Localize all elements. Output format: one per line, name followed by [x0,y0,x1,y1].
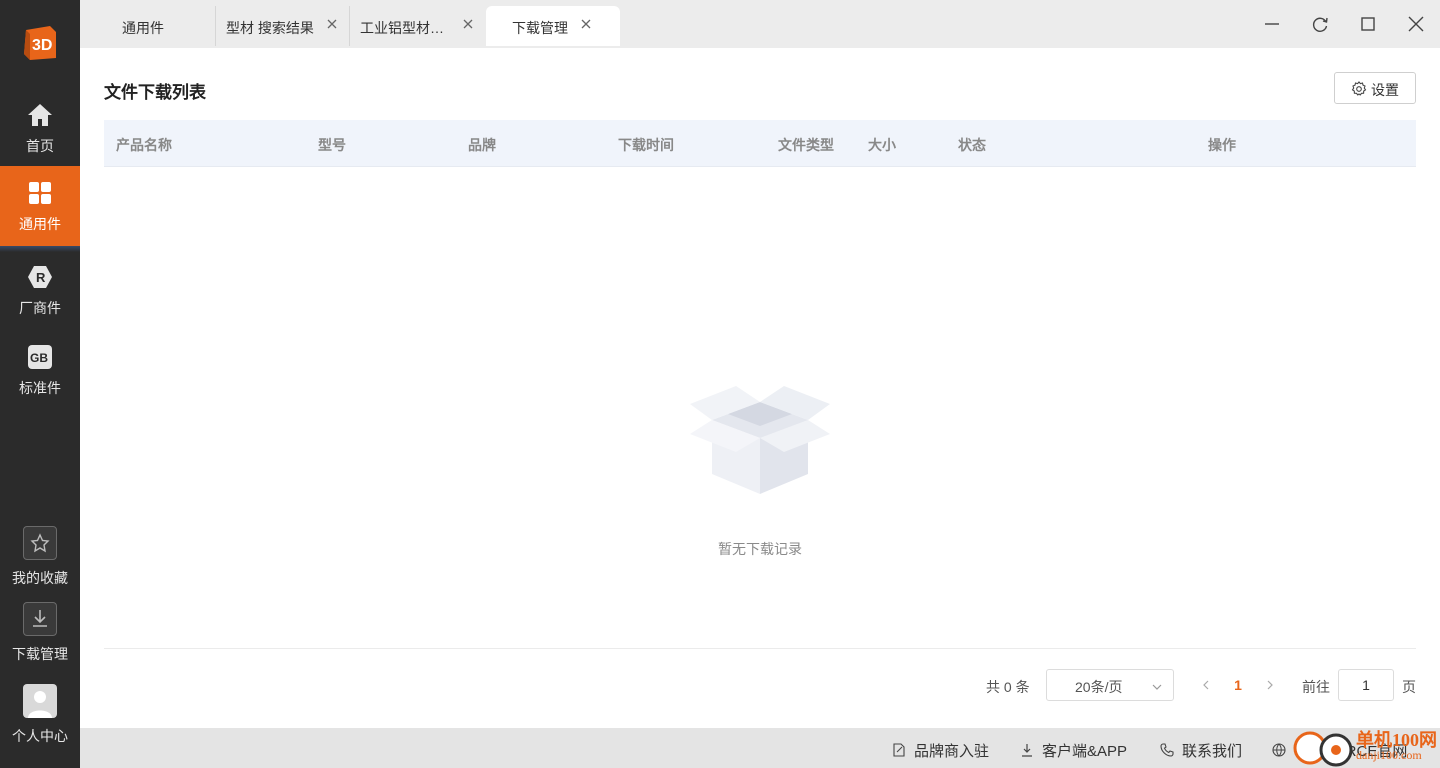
sidebar-item-common-parts[interactable]: 通用件 [0,166,80,252]
chevron-left-icon[interactable] [1200,678,1212,692]
empty-state-text: 暂无下载记录 [718,541,802,557]
sidebar-item-vendor-parts[interactable]: R 厂商件 [0,250,80,330]
footer-link-label: 品牌商入驻 [914,743,990,760]
sidebar: 3D 首页 通用件 R 厂商件 GB 标准件 我的收藏 下载管理 个人中心 [0,0,80,768]
hexagon-r-icon: R [27,264,53,290]
tab-profile-search[interactable]: 型材 搜索结果 [216,6,349,46]
chevron-down-icon [1151,680,1163,692]
svg-text:GB: GB [30,351,48,365]
settings-button[interactable]: 设置 [1334,72,1416,104]
goto-suffix: 页 [1402,679,1416,695]
tab-label: 下载管理 [512,20,568,36]
settings-button-label: 设置 [1371,82,1399,98]
tab-download-manager[interactable]: 下载管理 [486,6,620,46]
tab-label: 工业铝型材… [360,20,444,36]
chevron-right-icon[interactable] [1264,678,1276,692]
column-header-product-name[interactable]: 产品名称 [116,135,172,155]
footer: 品牌商入驻 客户端&APP 联系我们 3DSOURCE官网 [80,728,1440,768]
close-icon[interactable] [462,18,474,34]
pagination-page-current[interactable]: 1 [1232,677,1244,693]
main-content: 文件下载列表 设置 产品名称 型号 品牌 下载时间 文件类型 大小 状态 操作 [80,48,1440,728]
page-size-select[interactable]: 20条/页 [1046,669,1174,701]
tab-label: 通用件 [122,20,164,36]
home-icon [27,102,53,128]
column-header-brand[interactable]: 品牌 [468,135,496,155]
sidebar-item-label: 首页 [26,138,54,154]
column-header-download-time[interactable]: 下载时间 [618,135,674,155]
sidebar-item-label: 通用件 [19,216,61,232]
page-size-value: 20条/页 [1075,679,1123,695]
tab-aluminum-profile[interactable]: 工业铝型材… [350,6,484,46]
footer-link-label: 客户端&APP [1042,743,1128,760]
gb-badge-icon: GB [27,344,53,370]
divider [104,648,1416,649]
maximize-icon[interactable] [1356,12,1380,36]
grid-icon [27,180,53,206]
column-header-size[interactable]: 大小 [868,135,896,155]
tab-common-parts[interactable]: 通用件 [80,6,215,46]
column-header-file-type[interactable]: 文件类型 [778,135,834,155]
watermark-url: danji100.com [1356,748,1422,762]
goto-page-input[interactable] [1338,669,1394,701]
sidebar-item-profile[interactable]: 个人中心 [0,684,80,756]
sidebar-item-standard-parts[interactable]: GB 标准件 [0,330,80,410]
gear-icon [1351,81,1367,97]
close-icon[interactable] [326,18,338,34]
footer-link-brand-join[interactable]: 品牌商入驻 [892,740,989,761]
download-icon [1020,743,1034,757]
sidebar-item-label: 我的收藏 [12,570,68,586]
pagination-total: 共 0 条 [986,679,1030,695]
table-header: 产品名称 型号 品牌 下载时间 文件类型 大小 状态 操作 [104,120,1416,167]
sidebar-item-label: 个人中心 [12,728,68,744]
app-logo[interactable]: 3D [20,22,60,62]
footer-link-client-app[interactable]: 客户端&APP [1020,740,1127,761]
sidebar-item-label: 标准件 [19,380,61,396]
star-folder-icon [23,526,57,560]
tab-bar: 通用件 型材 搜索结果 工业铝型材… 下载管理 [80,0,1440,48]
goto-label: 前往 [1302,679,1330,695]
column-header-status[interactable]: 状态 [958,135,986,155]
sidebar-item-downloads[interactable]: 下载管理 [0,602,80,674]
sidebar-item-favorites[interactable]: 我的收藏 [0,526,80,598]
column-header-model[interactable]: 型号 [318,135,346,155]
refresh-icon[interactable] [1308,12,1332,36]
footer-link-contact[interactable]: 联系我们 [1160,740,1242,761]
sidebar-item-home[interactable]: 首页 [0,88,80,168]
svg-text:R: R [36,270,46,285]
phone-icon [1160,743,1174,757]
sidebar-item-label: 下载管理 [12,646,68,662]
tab-label: 型材 搜索结果 [226,20,314,36]
column-header-actions[interactable]: 操作 [1208,135,1236,155]
close-icon[interactable] [580,18,592,34]
download-icon [23,602,57,636]
empty-box-icon [688,382,832,494]
globe-icon [1272,743,1286,757]
svg-text:3D: 3D [32,37,52,54]
edit-icon [892,743,906,757]
sidebar-item-label: 厂商件 [19,300,61,316]
footer-link-label: 联系我们 [1182,743,1243,760]
avatar-icon [23,684,57,718]
close-icon[interactable] [1404,12,1428,36]
page-title: 文件下载列表 [104,83,206,102]
minimize-icon[interactable] [1260,12,1284,36]
